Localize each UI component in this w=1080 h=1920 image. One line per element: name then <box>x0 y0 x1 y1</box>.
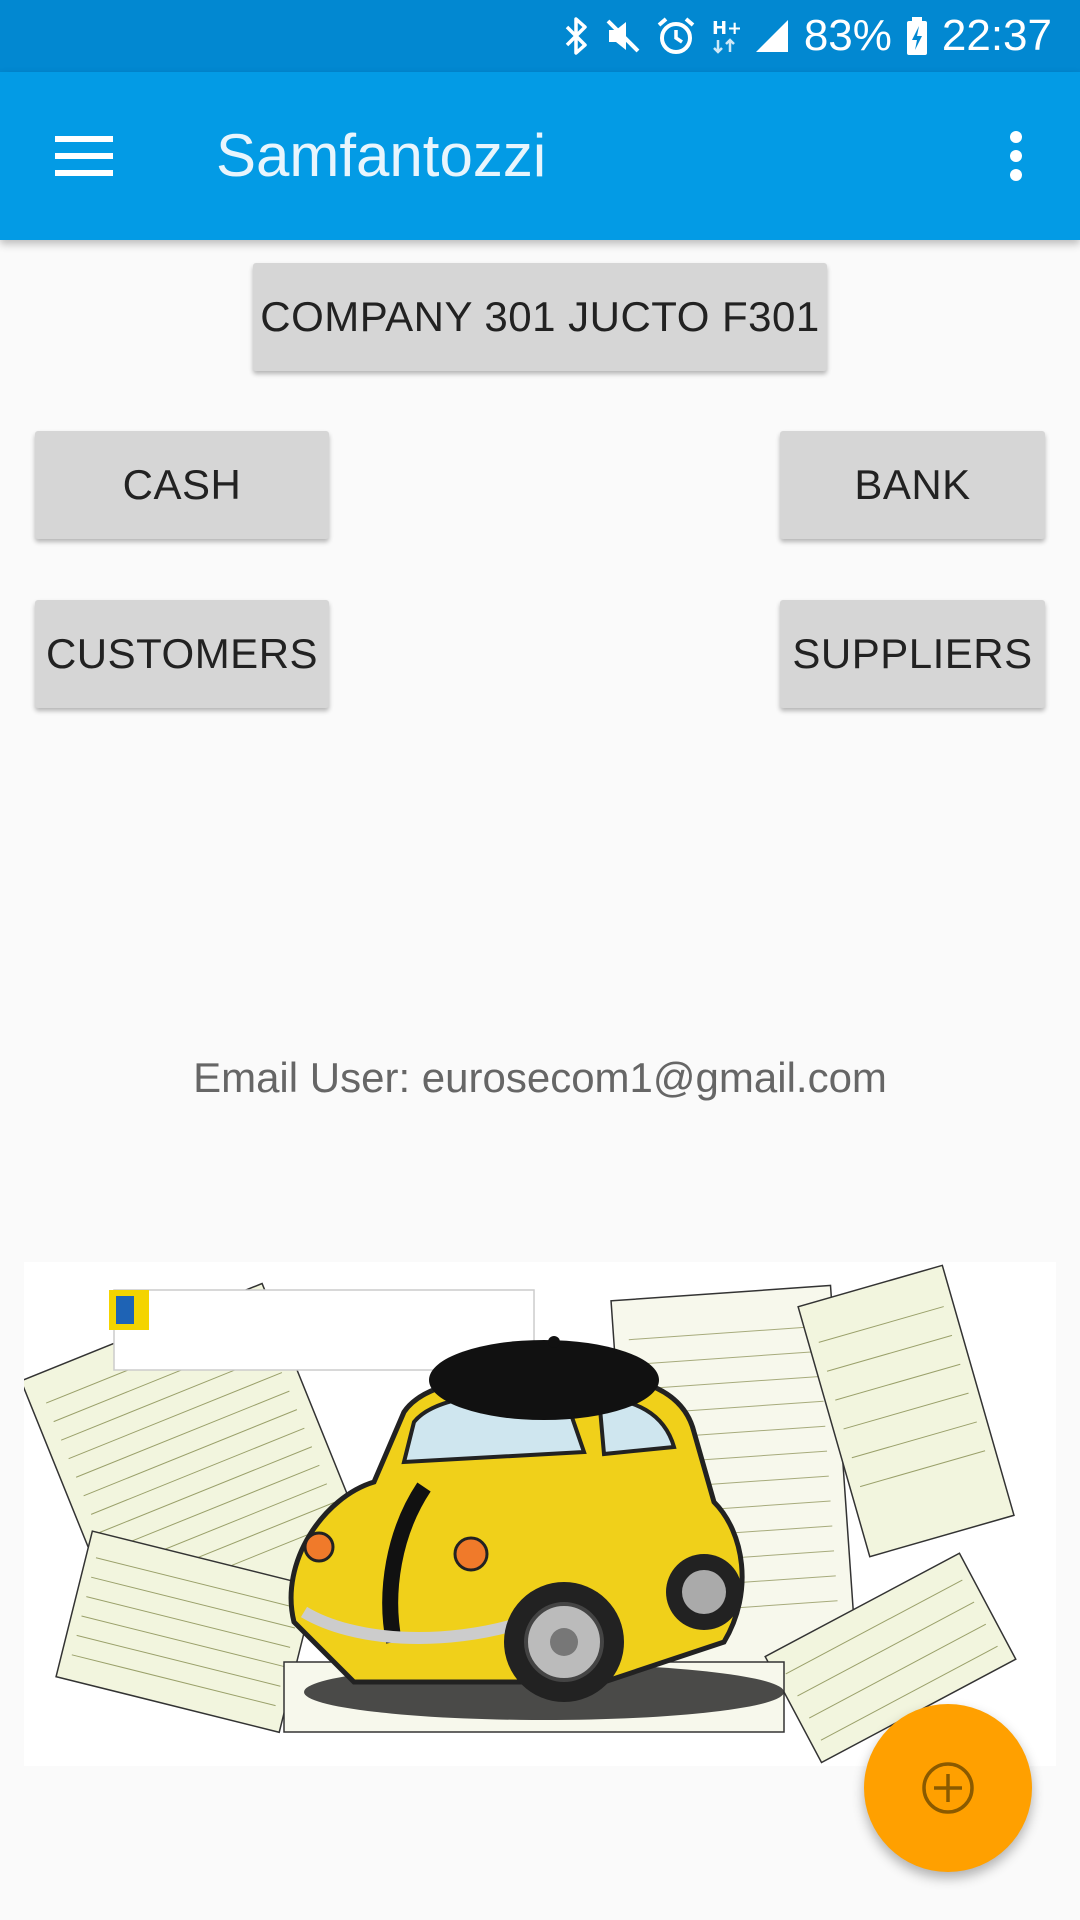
yellow-car-with-tax-forms-illustration <box>24 1264 1017 1764</box>
customers-button[interactable]: CUSTOMERS <box>35 600 329 708</box>
status-icons: H+ 83% 22:37 <box>564 0 1052 72</box>
clock: 22:37 <box>941 11 1052 60</box>
company-button[interactable]: COMPANY 301 JUCTO F301 <box>253 263 827 371</box>
navigation-drawer-button[interactable] <box>40 112 128 200</box>
signal-icon <box>755 20 788 52</box>
add-circle-icon <box>922 1762 974 1814</box>
more-vert-icon <box>1010 131 1022 181</box>
app-title: Samfantozzi <box>216 122 547 189</box>
bluetooth-icon <box>565 17 587 55</box>
hplus-data-icon: H+ <box>712 18 740 54</box>
app-bar: Samfantozzi <box>0 72 1080 240</box>
overflow-menu-button[interactable] <box>980 112 1052 200</box>
battery-percent: 83% <box>803 11 892 60</box>
battery-charging-icon <box>906 17 927 55</box>
status-bar: H+ 83% 22:37 <box>0 0 1080 72</box>
cash-button[interactable]: CASH <box>35 431 329 539</box>
bank-button[interactable]: BANK <box>780 431 1045 539</box>
hamburger-menu-icon <box>55 136 113 176</box>
email-user-text: Email User: eurosecom1@gmail.com <box>193 1054 887 1101</box>
add-fab-button[interactable] <box>864 1704 1032 1872</box>
suppliers-button[interactable]: SUPPLIERS <box>780 600 1045 708</box>
svg-text:H+: H+ <box>712 18 740 39</box>
banner-image <box>24 1262 1056 1766</box>
alarm-icon <box>657 17 695 54</box>
mute-icon <box>606 19 640 53</box>
